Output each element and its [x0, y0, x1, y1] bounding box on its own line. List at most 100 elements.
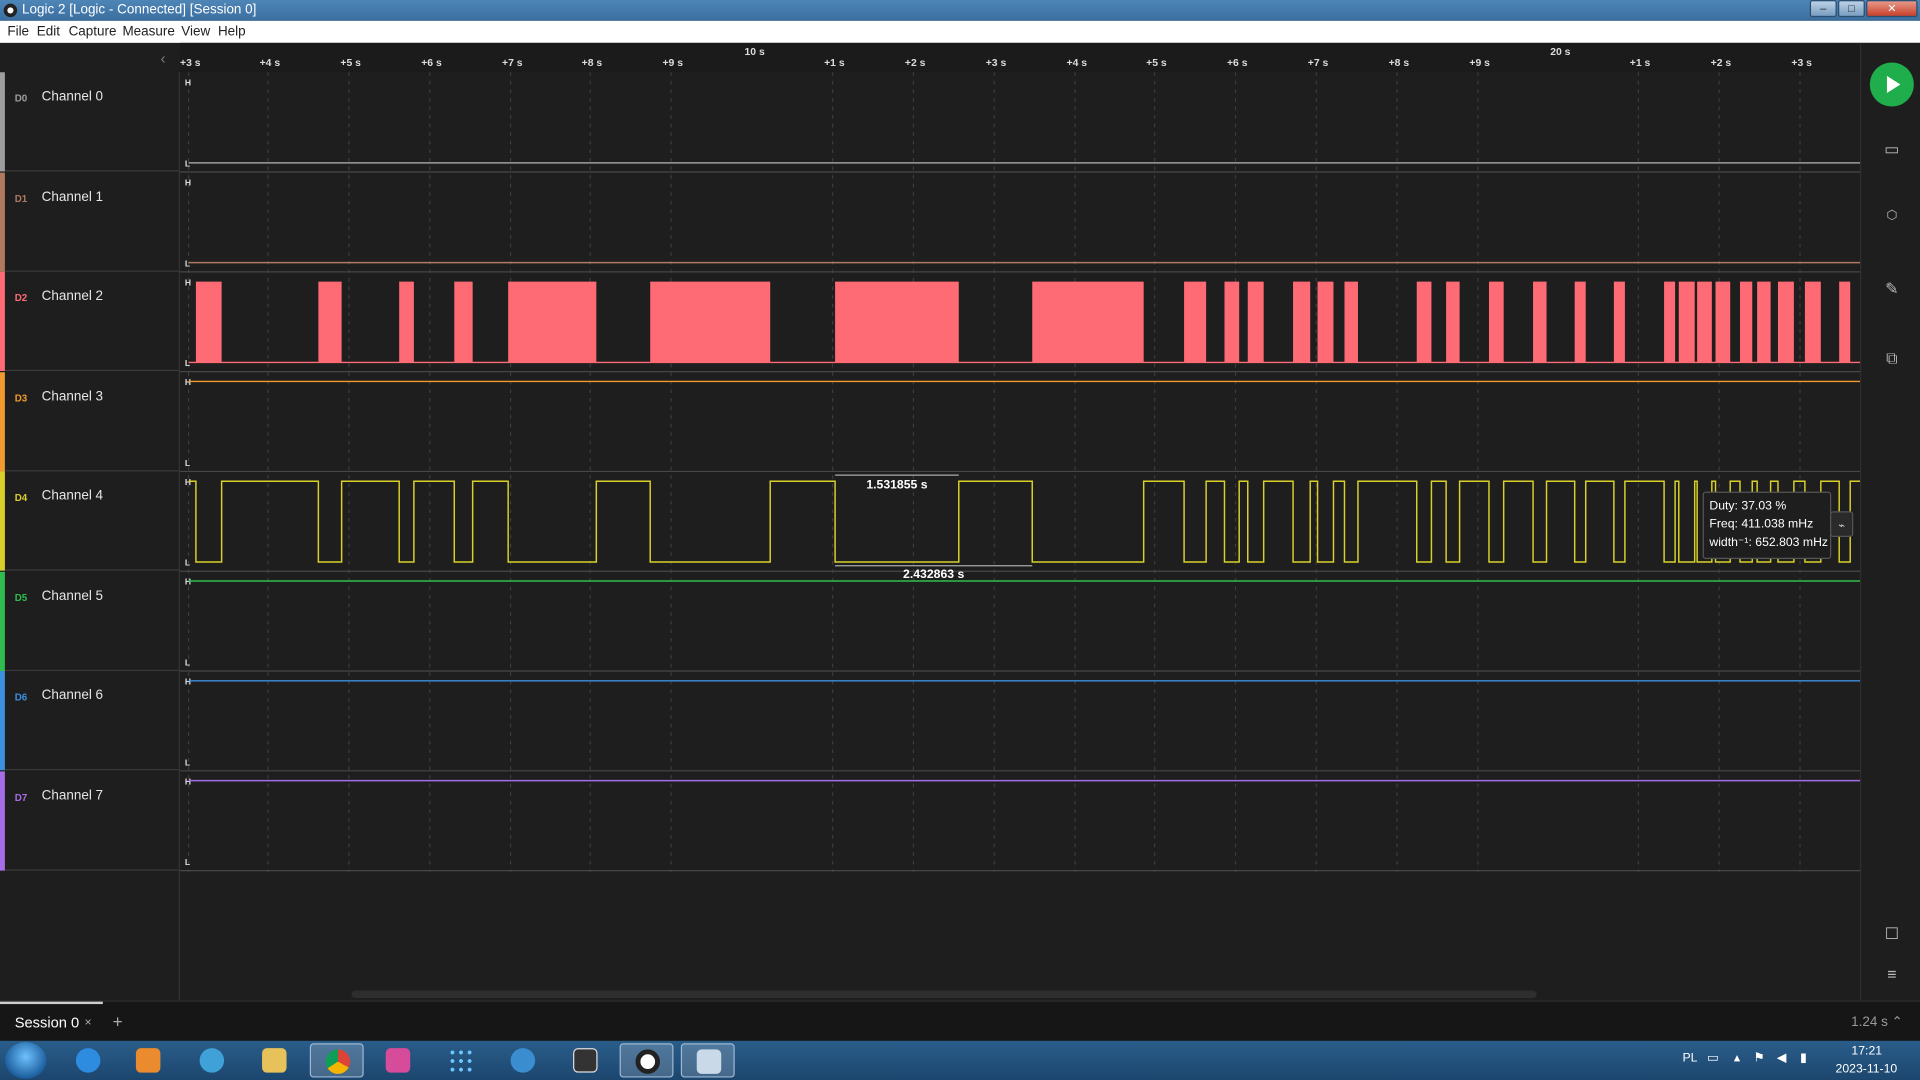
channel-name[interactable]: Channel 0 [42, 89, 103, 104]
ruler-tick-label: +5 s [340, 56, 361, 69]
channel-row-d4[interactable]: D4 Channel 4 [0, 471, 179, 571]
collapse-sidebar-icon[interactable]: ‹ [160, 49, 165, 67]
signal-pulse-d2 [1678, 281, 1695, 363]
low-level-label: L [185, 558, 190, 568]
signal-pulse-d2 [318, 281, 342, 363]
clock-date[interactable]: 2023-11-10 [1836, 1063, 1898, 1076]
channel-row-d5[interactable]: D5 Channel 5 [0, 571, 179, 671]
ruler-tick-label: +1 s [824, 56, 845, 69]
paint-icon[interactable] [371, 1043, 425, 1077]
session-tab[interactable]: Session 0 × [0, 1001, 103, 1042]
high-level-label: H [185, 277, 191, 287]
analyzer-icon[interactable]: ⬡ [1878, 209, 1905, 231]
logic-app-icon [3, 3, 18, 18]
menu-edit[interactable]: Edit [37, 24, 60, 39]
channel-name[interactable]: Channel 5 [42, 588, 103, 603]
language-indicator[interactable]: PL [1682, 1052, 1697, 1065]
signal-pulse-d2 [1533, 281, 1547, 363]
channel-row-d6[interactable]: D6 Channel 6 [0, 671, 179, 771]
ruler-tick-label: +7 s [1307, 56, 1329, 69]
windows-taskbar: PL ▭ ▴ ⚑ ◀ ▮ 17:21 2023-11-10 [0, 1040, 1920, 1080]
signal-trace-d4 [188, 480, 1861, 563]
channel-row-d3[interactable]: D3 Channel 3 [0, 371, 179, 471]
channel-name[interactable]: Channel 2 [42, 289, 103, 304]
flag-icon[interactable]: ⚑ [1753, 1052, 1764, 1065]
channel-row-d7[interactable]: D7 Channel 7 [0, 770, 179, 871]
channel-name[interactable]: Channel 4 [42, 489, 103, 504]
menu-icon[interactable]: ≡ [1878, 965, 1905, 987]
extensions-icon[interactable]: ⧉ [1878, 349, 1905, 371]
signal-pulse-d2 [1032, 281, 1144, 363]
channel-name[interactable]: Channel 1 [42, 189, 103, 204]
channel-color-bar [0, 770, 5, 871]
ruler-tick-label: +5 s [1146, 56, 1167, 69]
notes-icon[interactable]: ☐ [1878, 924, 1905, 946]
channel-color-bar [0, 172, 5, 272]
channel-color-bar [0, 371, 5, 471]
high-level-label: H [185, 178, 191, 188]
signal-pulse-d2 [1697, 281, 1712, 363]
ruler-major-label: 10 s [744, 45, 765, 58]
time-ruler[interactable]: +3 s +4 s +5 s +6 s +7 s +8 s +9 s +1 s +2 s +3 s… [180, 42, 1861, 73]
measure-icon[interactable]: ✎ [1878, 279, 1905, 301]
channel-row-d2[interactable]: D2 Channel 2 [0, 271, 179, 372]
channel-list: D0 Channel 0 D1 Channel 1 D2 Channel 2 D3 Chann… [0, 72, 181, 1001]
menu-file[interactable]: File [7, 24, 29, 39]
tooltip-freq: Freq: 411.038 mHz [1709, 517, 1813, 531]
session-tab-label: Session 0 [14, 1013, 80, 1032]
channel-name[interactable]: Channel 7 [42, 788, 103, 803]
menu-view[interactable]: View [181, 24, 210, 39]
play-icon[interactable] [1869, 62, 1914, 107]
timing-icon[interactable]: ▭ [1878, 140, 1905, 162]
channel-id: D1 [14, 192, 28, 204]
signal-pulse-d2 [1715, 281, 1731, 363]
channel-row-d1[interactable]: D1 Channel 1 [0, 172, 179, 272]
ie-icon[interactable] [61, 1043, 115, 1077]
ruler-tick-label: +8 s [1388, 56, 1410, 69]
tooltip-width: width⁻¹: 652.803 mHz [1708, 535, 1828, 549]
channel-id: D5 [14, 592, 28, 604]
close-session-icon[interactable]: × [84, 1016, 91, 1029]
close-button[interactable]: ✕ [1866, 0, 1918, 18]
ruler-tick-label: +4 s [1066, 56, 1088, 69]
start-button[interactable] [4, 1042, 47, 1079]
waveform-area[interactable]: HLHLHLHLHL1.531855 s2.432863 sDuty: 37.0… [180, 72, 1861, 1000]
maximize-button[interactable]: □ [1837, 0, 1865, 18]
minimize-button[interactable]: – [1809, 0, 1837, 18]
add-session-button[interactable]: + [113, 1011, 123, 1031]
media-icon[interactable] [121, 1043, 175, 1077]
ruler-tick-label: +2 s [904, 56, 926, 69]
keyboard-icon[interactable]: ▭ [1707, 1052, 1719, 1065]
zoom-level[interactable]: 1.24 s ⌃ [1851, 1014, 1903, 1030]
network-icon[interactable]: ▮ [1800, 1052, 1807, 1065]
channel-name[interactable]: Channel 3 [42, 389, 103, 404]
channel-row-d0[interactable]: D0 Channel 0 [0, 72, 179, 172]
channel-id: D6 [14, 691, 28, 703]
browser-icon[interactable] [185, 1043, 239, 1077]
mu-icon[interactable] [496, 1043, 550, 1077]
period-label: 2.432863 s [903, 567, 964, 581]
menu-capture[interactable]: Capture [69, 24, 117, 39]
chrome-icon[interactable] [309, 1043, 364, 1078]
clapper-icon[interactable] [558, 1043, 612, 1077]
logic-icon[interactable] [619, 1043, 674, 1078]
channel-color-bar [0, 271, 5, 372]
channel-color-bar [0, 471, 5, 571]
signal-pulse-d2 [1757, 281, 1771, 363]
channel-name[interactable]: Channel 6 [42, 688, 103, 703]
channel-color-bar [0, 671, 5, 771]
tooltip-duty: Duty: 37.03 % [1709, 498, 1786, 512]
title-bar: Logic 2 [Logic - Connected] [Session 0] … [0, 0, 1920, 21]
high-level-label: H [185, 78, 191, 88]
system-tray: PL ▭ ▴ ⚑ ◀ ▮ 17:21 2023-11-10 [1675, 1041, 1920, 1080]
explorer-icon[interactable] [247, 1043, 301, 1077]
menu-help[interactable]: Help [218, 24, 246, 39]
menu-measure[interactable]: Measure [122, 24, 174, 39]
dots-icon[interactable] [433, 1043, 487, 1077]
clock-time[interactable]: 17:21 [1851, 1044, 1882, 1057]
paint2-icon[interactable] [680, 1043, 735, 1078]
ruler-tick-label: +4 s [259, 56, 281, 69]
volume-icon[interactable]: ◀ [1777, 1052, 1786, 1065]
session-bar: Session 0 × + 1.24 s ⌃ [0, 1000, 1920, 1042]
show-hidden-icon[interactable]: ▴ [1734, 1052, 1740, 1065]
